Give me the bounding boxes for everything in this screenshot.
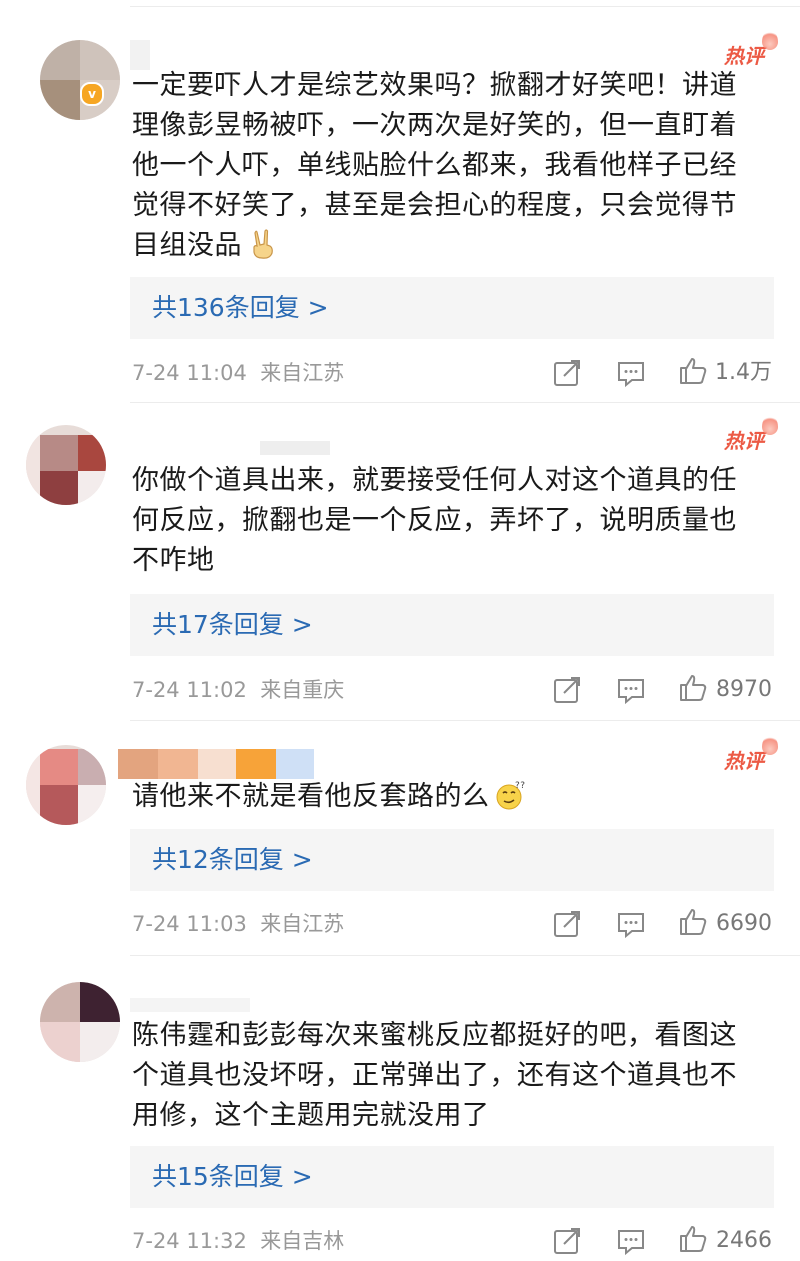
- reply-thread-button[interactable]: 共15条回复 >: [130, 1146, 774, 1208]
- avatar[interactable]: [26, 745, 106, 825]
- comment-location: 来自重庆: [260, 678, 345, 702]
- reply-count-label: 共136条回复 >: [152, 293, 329, 322]
- comment-meta: 7-24 11:02 来自重庆: [132, 675, 344, 705]
- comment-body: 你做个道具出来，就要接受任何人对这个道具的任何反应，掀翻也是一个反应，弄坏了，说…: [132, 465, 737, 576]
- hot-label: 热评: [724, 749, 764, 773]
- comment-meta: 7-24 11:32 来自吉林: [132, 1226, 344, 1256]
- svg-text:??: ??: [515, 781, 526, 791]
- like-icon[interactable]: [678, 356, 708, 386]
- comment-location: 来自江苏: [260, 361, 345, 385]
- comment-divider: [130, 955, 800, 956]
- comment-icon[interactable]: [616, 675, 646, 705]
- comment-location: 来自江苏: [260, 912, 345, 936]
- comment-divider: [130, 720, 800, 721]
- hot-comment-badge: 热评: [724, 735, 778, 774]
- comment-meta: 7-24 11:03 来自江苏: [132, 909, 344, 939]
- comment-item: 陈伟霆和彭彭每次来蜜桃反应都挺好的吧，看图这个道具也没坏呀，正常弹出了，还有这个…: [0, 982, 800, 1261]
- hot-label: 热评: [724, 429, 764, 453]
- share-icon[interactable]: [552, 358, 582, 388]
- username[interactable]: [130, 431, 330, 461]
- thinking-face-emoji: ??: [496, 781, 526, 810]
- like-icon[interactable]: [678, 907, 708, 937]
- reply-count-label: 共17条回复 >: [152, 610, 313, 639]
- like-count: 6690: [716, 911, 772, 936]
- like-count: 1.4万: [715, 360, 772, 385]
- comment-time: 7-24 11:03: [132, 912, 247, 936]
- username[interactable]: [118, 749, 318, 779]
- comment-text: 一定要吓人才是综艺效果吗？掀翻才好笑吧！讲道理像彭昱畅被吓，一次两次是好笑的，但…: [132, 66, 762, 266]
- flame-icon: [762, 415, 778, 435]
- avatar[interactable]: [26, 425, 106, 505]
- comment-time: 7-24 11:04: [132, 361, 247, 385]
- share-icon[interactable]: [552, 909, 582, 939]
- victory-hand-emoji: [253, 229, 273, 259]
- share-icon[interactable]: [552, 675, 582, 705]
- comment-body: 一定要吓人才是综艺效果吗？掀翻才好笑吧！讲道理像彭昱畅被吓，一次两次是好笑的，但…: [132, 70, 737, 261]
- like-icon[interactable]: [678, 1224, 708, 1254]
- comment-item: v 热评 一定要吓人才是综艺效果吗？掀翻才好笑吧！讲道理像彭昱畅被吓，一次两次是…: [0, 30, 800, 400]
- comment-icon[interactable]: [616, 909, 646, 939]
- hot-label: 热评: [724, 44, 764, 68]
- like-icon[interactable]: [678, 673, 708, 703]
- avatar[interactable]: [40, 40, 120, 120]
- reply-count-label: 共12条回复 >: [152, 845, 313, 874]
- like-count: 8970: [716, 677, 772, 702]
- comment-text: 陈伟霆和彭彭每次来蜜桃反应都挺好的吧，看图这个道具也没坏呀，正常弹出了，还有这个…: [132, 1016, 762, 1136]
- flame-icon: [762, 30, 778, 50]
- comment-time: 7-24 11:02: [132, 678, 247, 702]
- comment-icon[interactable]: [616, 1226, 646, 1256]
- comment-item: 热评 请他来不就是看他反套路的么?? 共12条回复 > 7-24 11:03 来…: [0, 735, 800, 945]
- comment-item: 热评 你做个道具出来，就要接受任何人对这个道具的任何反应，掀翻也是一个反应，弄坏…: [0, 415, 800, 715]
- reply-count-label: 共15条回复 >: [152, 1162, 313, 1191]
- comment-body: 陈伟霆和彭彭每次来蜜桃反应都挺好的吧，看图这个道具也没坏呀，正常弹出了，还有这个…: [132, 1020, 737, 1131]
- avatar[interactable]: [40, 982, 120, 1062]
- like-count: 2466: [716, 1228, 772, 1253]
- comment-body: 请他来不就是看他反套路的么: [132, 781, 490, 812]
- top-divider: [130, 6, 800, 7]
- comment-location: 来自吉林: [260, 1229, 345, 1253]
- hot-comment-badge: 热评: [724, 415, 778, 454]
- reply-thread-button[interactable]: 共12条回复 >: [130, 829, 774, 891]
- comment-time: 7-24 11:32: [132, 1229, 247, 1253]
- comment-icon[interactable]: [616, 358, 646, 388]
- reply-thread-button[interactable]: 共136条回复 >: [130, 277, 774, 339]
- comment-text: 请他来不就是看他反套路的么??: [132, 777, 762, 817]
- comment-meta: 7-24 11:04 来自江苏: [132, 358, 344, 388]
- share-icon[interactable]: [552, 1226, 582, 1256]
- reply-thread-button[interactable]: 共17条回复 >: [130, 594, 774, 656]
- hot-comment-badge: 热评: [724, 30, 778, 69]
- comment-text: 你做个道具出来，就要接受任何人对这个道具的任何反应，掀翻也是一个反应，弄坏了，说…: [132, 461, 762, 581]
- comment-divider: [130, 402, 800, 403]
- verified-badge-icon: v: [80, 82, 104, 106]
- flame-icon: [762, 735, 778, 755]
